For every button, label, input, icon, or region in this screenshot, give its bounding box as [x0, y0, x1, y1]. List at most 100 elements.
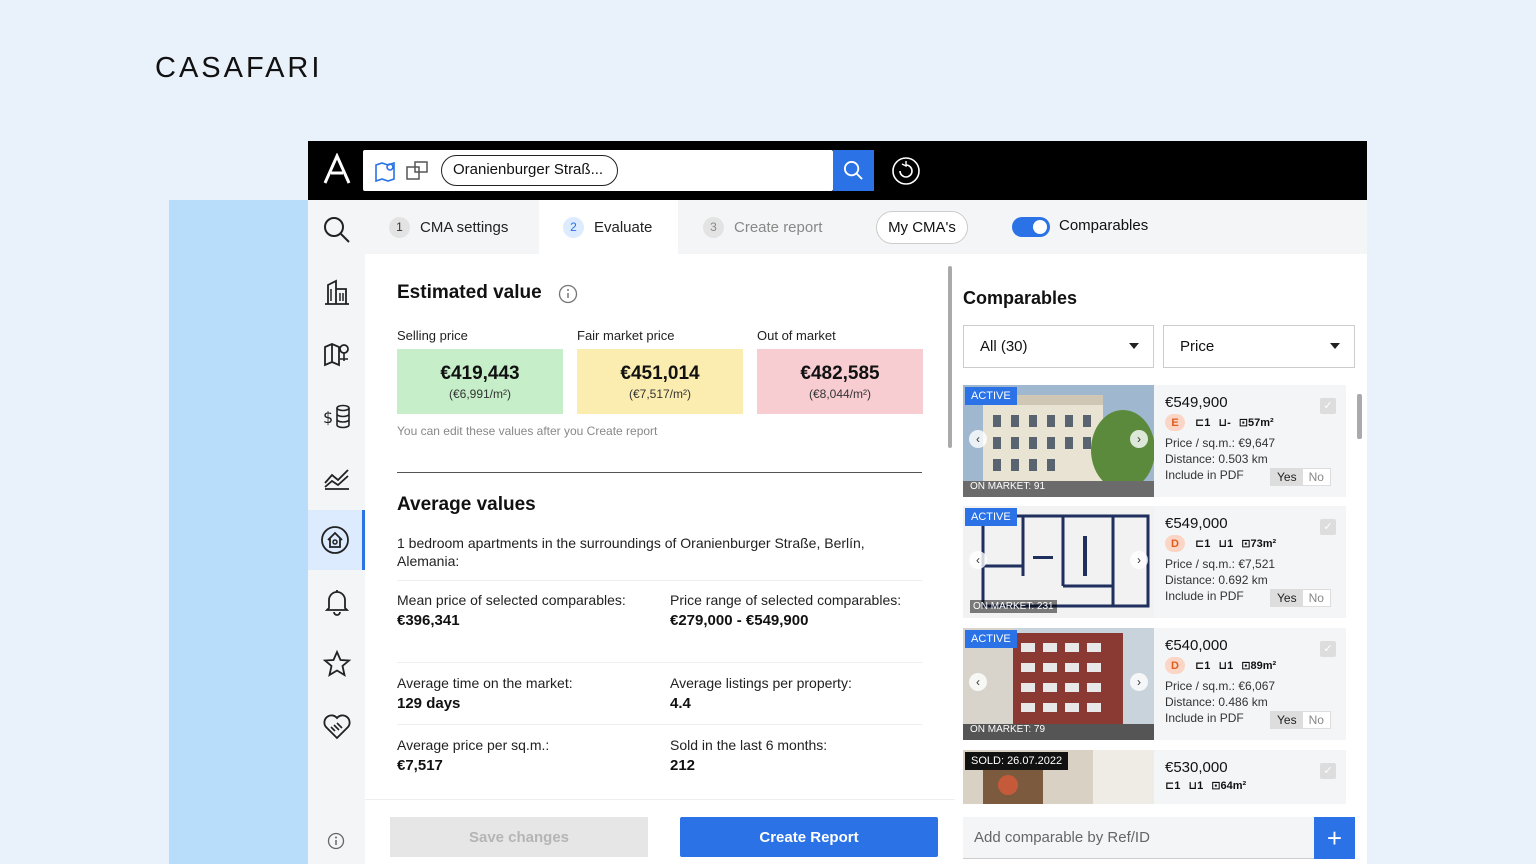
tab-evaluate[interactable]: 2 Evaluate: [539, 200, 678, 254]
top-bar: Oranienburger Straß...: [308, 141, 1367, 200]
comparable-price: €530,000: [1165, 759, 1228, 776]
beds-count: 1: [1204, 538, 1211, 550]
tab-cma-settings[interactable]: 1 CMA settings: [389, 200, 539, 254]
baths-count: 1: [1227, 660, 1234, 672]
app-logo-icon[interactable]: [322, 153, 352, 185]
include-pdf-label: Include in PDF: [1165, 468, 1244, 482]
search-button[interactable]: [833, 150, 874, 191]
bath-icon: ⊔-: [1218, 417, 1231, 429]
main-scrollbar[interactable]: [948, 266, 952, 448]
selling-price-box: €419,443 (€6,991/m²): [397, 349, 563, 414]
sidebar-item-alerts[interactable]: [308, 572, 365, 632]
prev-photo-icon[interactable]: ‹: [969, 551, 987, 569]
include-pdf-label: Include in PDF: [1165, 589, 1244, 603]
comparable-card[interactable]: SOLD: 26.07.2022 €530,000 ⊏1 ⊔1 ⊡64m² ✓: [963, 750, 1346, 804]
sidebar-item-buildings[interactable]: [308, 262, 365, 322]
filter-select[interactable]: All (30): [963, 325, 1154, 368]
beds-count: 1: [1174, 780, 1181, 792]
comparable-card[interactable]: ACTIVE ‹ › ON MARKET: 231 €549,000 D ⊏1 …: [963, 506, 1346, 618]
days-on-market: ON MARKET: 91: [970, 481, 1046, 492]
prev-photo-icon[interactable]: ‹: [969, 430, 987, 448]
save-changes-button[interactable]: Save changes: [390, 817, 648, 857]
sort-select[interactable]: Price: [1163, 325, 1355, 368]
yes-option[interactable]: Yes: [1271, 712, 1303, 728]
include-pdf-toggle[interactable]: Yes No: [1270, 711, 1331, 729]
comparable-info: €530,000 ⊏1 ⊔1 ⊡64m²: [1165, 759, 1340, 792]
stat-avg-listings: Average listings per property: 4.4: [670, 675, 910, 712]
refresh-icon[interactable]: [891, 156, 921, 186]
section-divider: [397, 472, 922, 473]
select-checkbox[interactable]: ✓: [1320, 519, 1336, 535]
energy-rating-badge: E: [1165, 414, 1185, 431]
days-on-market: ON MARKET: 79: [970, 724, 1046, 735]
features-row: ⊏1 ⊔1 ⊡64m²: [1165, 779, 1340, 792]
next-photo-icon[interactable]: ›: [1130, 430, 1148, 448]
bed-icon: ⊏1: [1195, 538, 1211, 550]
fair-market-price-box: €451,014 (€7,517/m²): [577, 349, 743, 414]
sidebar-item-analytics[interactable]: [308, 448, 365, 508]
comparables-scrollbar[interactable]: [1357, 394, 1362, 439]
area-value: 57m²: [1248, 417, 1274, 429]
comparable-info: €540,000 D ⊏1 ⊔1 ⊡89m² Price / sq.m.: €6…: [1165, 637, 1340, 729]
no-option[interactable]: No: [1302, 469, 1330, 485]
sidebar-item-search[interactable]: [308, 200, 365, 260]
select-checkbox[interactable]: ✓: [1320, 398, 1336, 414]
sidebar-item-deals[interactable]: [308, 696, 365, 756]
baths-count: -: [1227, 417, 1231, 429]
chart-icon: [323, 469, 349, 490]
tab-label: Create report: [734, 218, 823, 236]
out-of-market-label: Out of market: [757, 328, 836, 343]
tab-label: Evaluate: [594, 218, 653, 236]
select-checkbox[interactable]: ✓: [1320, 763, 1336, 779]
energy-rating-badge: D: [1165, 657, 1185, 674]
info-icon[interactable]: [327, 832, 345, 850]
include-pdf-row: Include in PDF Yes No: [1165, 711, 1340, 729]
tab-create-report[interactable]: 3 Create report: [703, 200, 853, 254]
sidebar-item-finance[interactable]: $: [308, 386, 365, 446]
comparables-toggle[interactable]: [1012, 217, 1050, 237]
selling-price-per-m2: (€6,991/m²): [448, 387, 512, 401]
add-comparable-input[interactable]: Add comparable by Ref/ID: [963, 817, 1315, 859]
select-checkbox[interactable]: ✓: [1320, 641, 1336, 657]
average-values-description: 1 bedroom apartments in the surroundings…: [397, 535, 865, 569]
no-option[interactable]: No: [1302, 712, 1330, 728]
yes-option[interactable]: Yes: [1271, 469, 1303, 485]
stat-label: Average time on the market:: [397, 675, 573, 691]
map-pin-icon[interactable]: [374, 159, 398, 183]
my-cmas-button[interactable]: My CMA's: [876, 211, 968, 244]
comparable-card[interactable]: ACTIVE ‹ › ON MARKET: 79 €540,000 D ⊏1 ⊔…: [963, 628, 1346, 740]
add-comparable-button[interactable]: +: [1314, 817, 1355, 859]
sidebar-item-favorites[interactable]: [308, 634, 365, 694]
prev-photo-icon[interactable]: ‹: [969, 673, 987, 691]
stat-divider: [397, 662, 922, 663]
sidebar-item-map[interactable]: [308, 324, 365, 384]
no-option[interactable]: No: [1302, 590, 1330, 606]
create-report-button[interactable]: Create Report: [680, 817, 938, 857]
stat-value: €7,517: [397, 757, 443, 774]
evaluate-panel: Estimated value Selling price €419,443 (…: [365, 254, 948, 799]
multi-listing-icon[interactable]: [405, 159, 429, 183]
status-badge: ACTIVE: [965, 630, 1017, 648]
price-per-sqm: Price / sq.m.: €6,067: [1165, 679, 1276, 693]
next-photo-icon[interactable]: ›: [1130, 551, 1148, 569]
comparable-card[interactable]: ACTIVE ‹ › ON MARKET: 91 €549,900 E ⊏1 ⊔…: [963, 385, 1346, 497]
include-pdf-row: Include in PDF Yes No: [1165, 589, 1340, 607]
stat-avg-price-sqm: Average price per sq.m.: €7,517: [397, 737, 637, 774]
beds-count: 1: [1204, 417, 1211, 429]
include-pdf-toggle[interactable]: Yes No: [1270, 589, 1331, 607]
property-photo: ACTIVE ‹ › ON MARKET: 231: [963, 506, 1154, 618]
step-tabs: 1 CMA settings 2 Evaluate 3 Create repor…: [365, 200, 1367, 254]
energy-rating-badge: D: [1165, 535, 1185, 552]
area-value: 64m²: [1220, 780, 1247, 792]
stat-divider: [397, 724, 922, 725]
sidebar-item-valuation[interactable]: [308, 510, 365, 570]
next-photo-icon[interactable]: ›: [1130, 673, 1148, 691]
baths-count: 1: [1197, 780, 1204, 792]
comparable-price: €549,900: [1165, 394, 1228, 411]
info-icon[interactable]: [558, 284, 578, 304]
search-location-chip[interactable]: Oranienburger Straß...: [441, 155, 618, 186]
include-pdf-toggle[interactable]: Yes No: [1270, 468, 1331, 486]
bath-icon: ⊔1: [1218, 538, 1234, 550]
search-box: Oranienburger Straß...: [363, 150, 833, 191]
yes-option[interactable]: Yes: [1271, 590, 1303, 606]
